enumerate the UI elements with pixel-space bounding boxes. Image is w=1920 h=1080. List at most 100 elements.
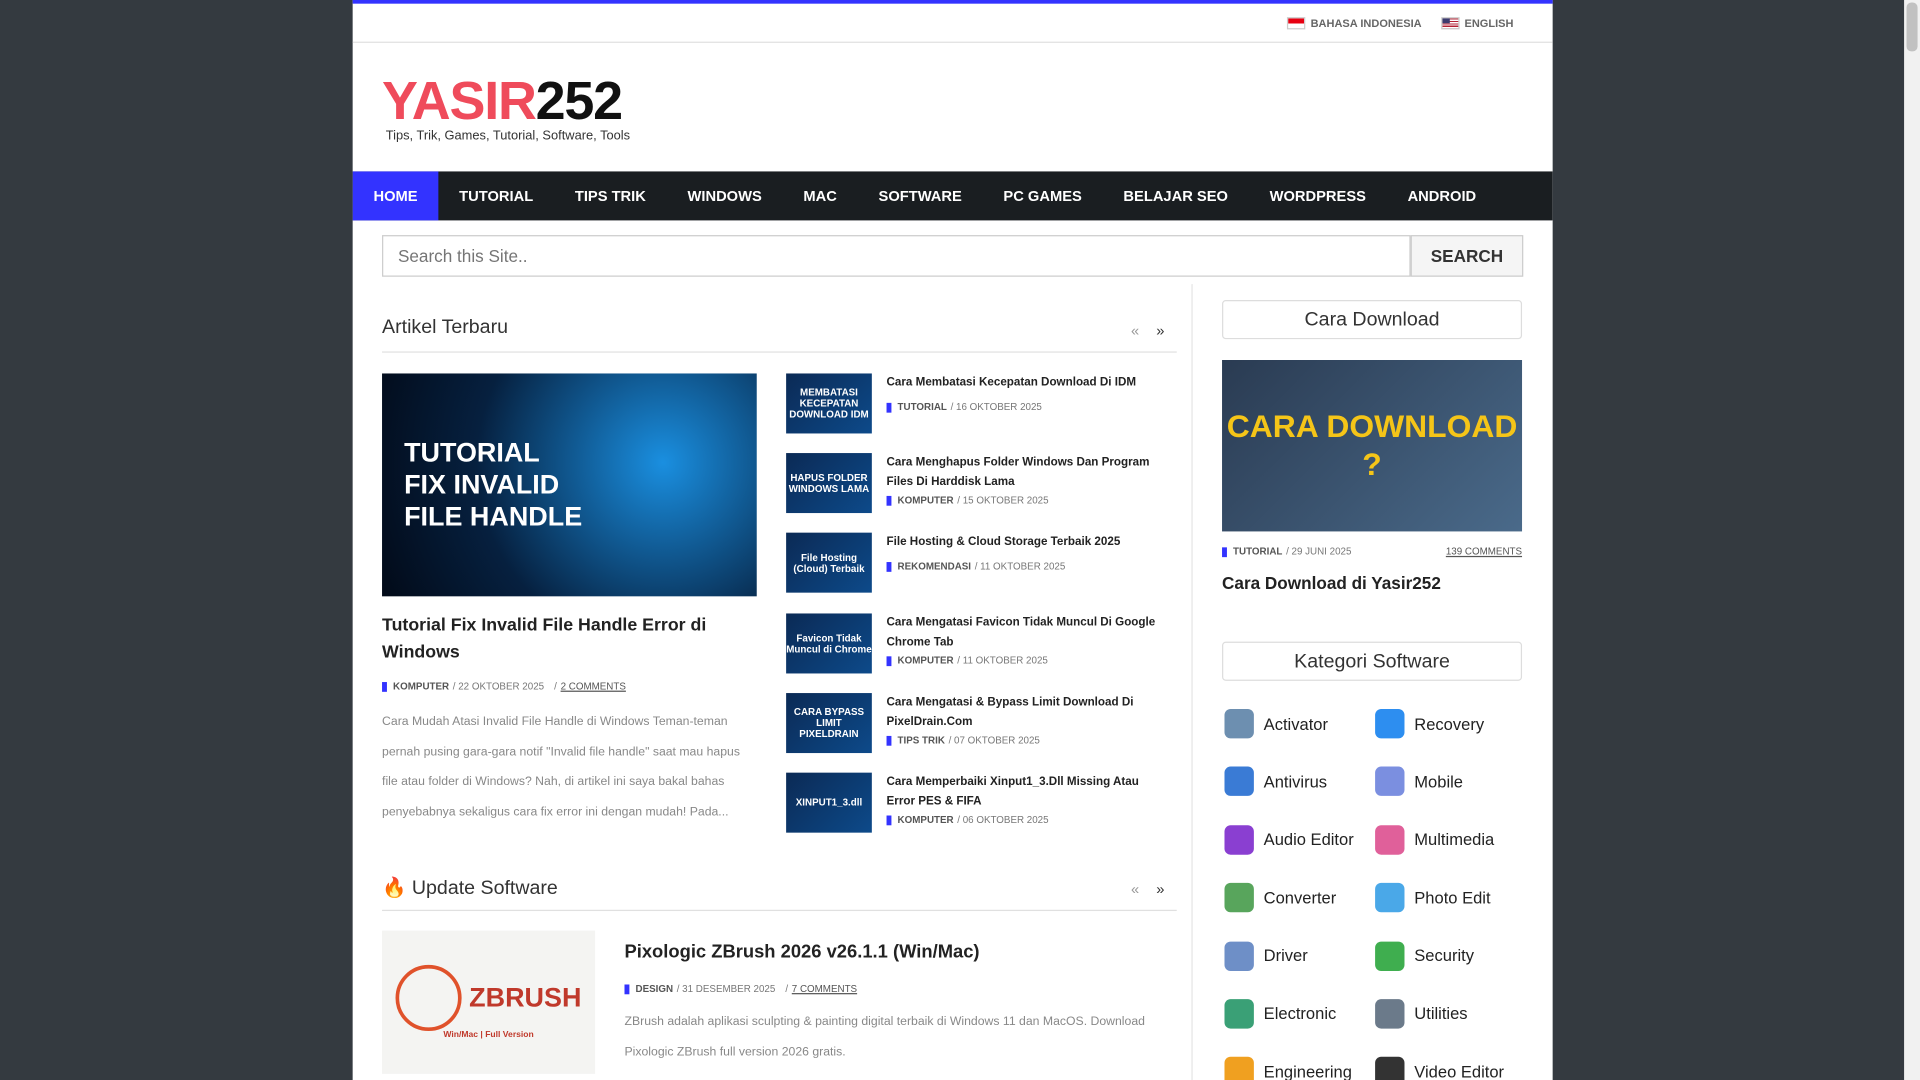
category-item[interactable]: Activator [1224, 707, 1375, 741]
category-item[interactable]: Security [1375, 939, 1526, 973]
post-date: / 22 OKTOBER 2025 [452, 680, 545, 692]
post-title[interactable]: Cara Menghapus Folder Windows Dan Progra… [887, 453, 1163, 491]
category-link[interactable]: KOMPUTER [898, 495, 954, 506]
nav-home[interactable]: HOME [352, 171, 439, 221]
category-item[interactable]: Electronic [1224, 997, 1375, 1031]
category-label: Utilities [1414, 1004, 1468, 1024]
nav-tutorial[interactable]: TUTORIAL [438, 171, 554, 220]
download-title[interactable]: Cara Download di Yasir252 [1222, 573, 1441, 593]
post-date: / 15 OKTOBER 2025 [957, 494, 1049, 506]
prev-arrow-icon[interactable]: « [1131, 880, 1139, 897]
category-item[interactable]: Multimedia [1375, 823, 1526, 857]
category-link[interactable]: KOMPUTER [898, 655, 954, 666]
site-logo[interactable]: YASIR252 Tips, Trik, Games, Tutorial, So… [382, 74, 630, 143]
download-image-text: CARA DOWNLOAD ? [1226, 407, 1518, 483]
download-meta: TUTORIAL / 29 JUNI 2025 139 COMMENTS [1222, 546, 1522, 557]
post-thumbnail[interactable]: HAPUS FOLDER WINDOWS LAMA [786, 453, 872, 514]
update-image[interactable]: ZBRUSH Win/Mac | Full Version [382, 930, 596, 1074]
category-icon [1375, 1057, 1405, 1080]
category-item[interactable]: Photo Edit [1375, 881, 1526, 915]
category-label: Security [1414, 946, 1475, 965]
thumbnail-text: XINPUT1_3.dll [795, 797, 863, 809]
nav-android[interactable]: ANDROID [1387, 171, 1497, 220]
section-title: 🔥 Update Software [382, 877, 558, 899]
thumbnail-text: HAPUS FOLDER WINDOWS LAMA [788, 472, 870, 495]
nav-pc-games[interactable]: PC GAMES [983, 171, 1103, 220]
post-date: / 06 OKTOBER 2025 [957, 814, 1049, 826]
post-date: / 11 OKTOBER 2025 [957, 655, 1048, 667]
nav-wordpress[interactable]: WORDPRESS [1249, 171, 1387, 220]
nav-mac[interactable]: MAC [783, 171, 858, 220]
category-link[interactable]: KOMPUTER [393, 681, 449, 692]
category-item[interactable]: Recovery [1375, 707, 1526, 741]
featured-image[interactable]: TUTORIAL FIX INVALID FILE HANDLE [382, 373, 757, 597]
category-item[interactable]: Utilities [1375, 997, 1526, 1031]
category-icon [1375, 941, 1405, 971]
category-link[interactable]: TIPS TRIK [898, 735, 945, 746]
page: BAHASA INDONESIA ENGLISH YASIR252 Tips, … [352, 0, 1553, 1080]
lang-english[interactable]: ENGLISH [1441, 16, 1514, 29]
next-arrow-icon[interactable]: » [1156, 880, 1164, 897]
category-link[interactable]: REKOMENDASI [898, 561, 971, 572]
comments-link[interactable]: 139 COMMENTS [1446, 546, 1522, 557]
category-label: Audio Editor [1263, 830, 1354, 849]
scrollbar[interactable] [1904, 0, 1920, 1080]
update-heading: 🔥 Update Software « » [382, 876, 1177, 912]
lang-label: BAHASA INDONESIA [1310, 16, 1422, 29]
post-thumbnail[interactable]: CARA BYPASS LIMIT PIXELDRAIN [786, 693, 872, 754]
nav-tips-trik[interactable]: TIPS TRIK [554, 171, 667, 220]
nav-software[interactable]: SOFTWARE [858, 171, 983, 220]
post-date: / 07 OKTOBER 2025 [948, 734, 1040, 746]
category-item[interactable]: Engineering [1224, 1055, 1375, 1080]
post-title[interactable]: Cara Memperbaiki Xinput1_3.Dll Missing A… [887, 773, 1163, 811]
lang-label: ENGLISH [1464, 16, 1514, 29]
search-button[interactable]: SEARCH [1410, 235, 1524, 277]
category-item[interactable]: Video Editor [1375, 1055, 1526, 1080]
category-link[interactable]: DESIGN [636, 983, 674, 994]
search-input[interactable] [382, 235, 1411, 277]
featured-title[interactable]: Tutorial Fix Invalid File Handle Error d… [382, 612, 749, 666]
section-title: Artikel Terbaru [382, 317, 508, 338]
comments-link[interactable]: 7 COMMENTS [792, 983, 857, 994]
category-item[interactable]: Mobile [1375, 765, 1526, 799]
category-link[interactable]: TUTORIAL [898, 402, 947, 413]
post-title[interactable]: File Hosting & Cloud Storage Terbaik 202… [887, 533, 1163, 552]
prev-arrow-icon[interactable]: « [1131, 322, 1139, 339]
post-thumbnail[interactable]: File Hosting (Cloud) Terbaik [786, 532, 872, 593]
post-thumbnail[interactable]: MEMBATASI KECEPATAN DOWNLOAD IDM [786, 373, 872, 434]
post-thumbnail[interactable]: Favicon Tidak Muncul di Chrome [786, 613, 872, 674]
category-item[interactable]: Antivirus [1224, 765, 1375, 799]
update-excerpt: ZBrush adalah aplikasi sculpting & paint… [624, 1015, 1145, 1059]
scrollbar-thumb[interactable] [1906, 2, 1918, 52]
category-item[interactable]: Audio Editor [1224, 823, 1375, 857]
post-title[interactable]: Cara Mengatasi Favicon Tidak Muncul Di G… [887, 613, 1163, 651]
post-title[interactable]: Cara Membatasi Kecepatan Download Di IDM [887, 373, 1163, 392]
post-date: / 29 JUNI 2025 [1286, 546, 1352, 558]
comments-link[interactable]: 2 COMMENTS [561, 681, 626, 692]
update-title[interactable]: Pixologic ZBrush 2026 v26.1.1 (Win/Mac) [624, 942, 979, 963]
category-icon [1224, 767, 1254, 797]
category-link[interactable]: TUTORIAL [1233, 546, 1282, 557]
category-item[interactable]: Driver [1224, 939, 1375, 973]
thumbnail-text: File Hosting (Cloud) Terbaik [793, 551, 865, 574]
category-item[interactable]: Converter [1224, 881, 1375, 915]
post-title[interactable]: Cara Mengatasi & Bypass Limit Download D… [887, 693, 1163, 731]
next-arrow-icon[interactable]: » [1156, 322, 1164, 339]
nav-belajar-seo[interactable]: BELAJAR SEO [1103, 171, 1249, 220]
post-date: / 31 DESEMBER 2025 [676, 983, 776, 995]
category-link[interactable]: KOMPUTER [898, 814, 954, 825]
featured-image-text: TUTORIAL FIX INVALID FILE HANDLE [404, 437, 583, 532]
latest-heading: Artikel Terbaru « » [382, 317, 1177, 353]
category-icon [1224, 883, 1254, 913]
category-label: Video Editor [1414, 1062, 1505, 1080]
category-label: Engineering [1263, 1062, 1352, 1080]
featured-meta: KOMPUTER/ 22 OKTOBER 2025 /2 COMMENTS [382, 681, 626, 692]
download-image[interactable]: CARA DOWNLOAD ? [1222, 360, 1523, 532]
category-icon [1224, 708, 1254, 739]
post-date: / 16 OKTOBER 2025 [950, 401, 1042, 413]
lang-indonesia[interactable]: BAHASA INDONESIA [1287, 16, 1422, 29]
category-label: Electronic [1263, 1004, 1337, 1024]
update-meta: DESIGN/ 31 DESEMBER 2025 /7 COMMENTS [624, 983, 857, 994]
nav-windows[interactable]: WINDOWS [667, 171, 783, 220]
post-thumbnail[interactable]: XINPUT1_3.dll [786, 772, 872, 833]
